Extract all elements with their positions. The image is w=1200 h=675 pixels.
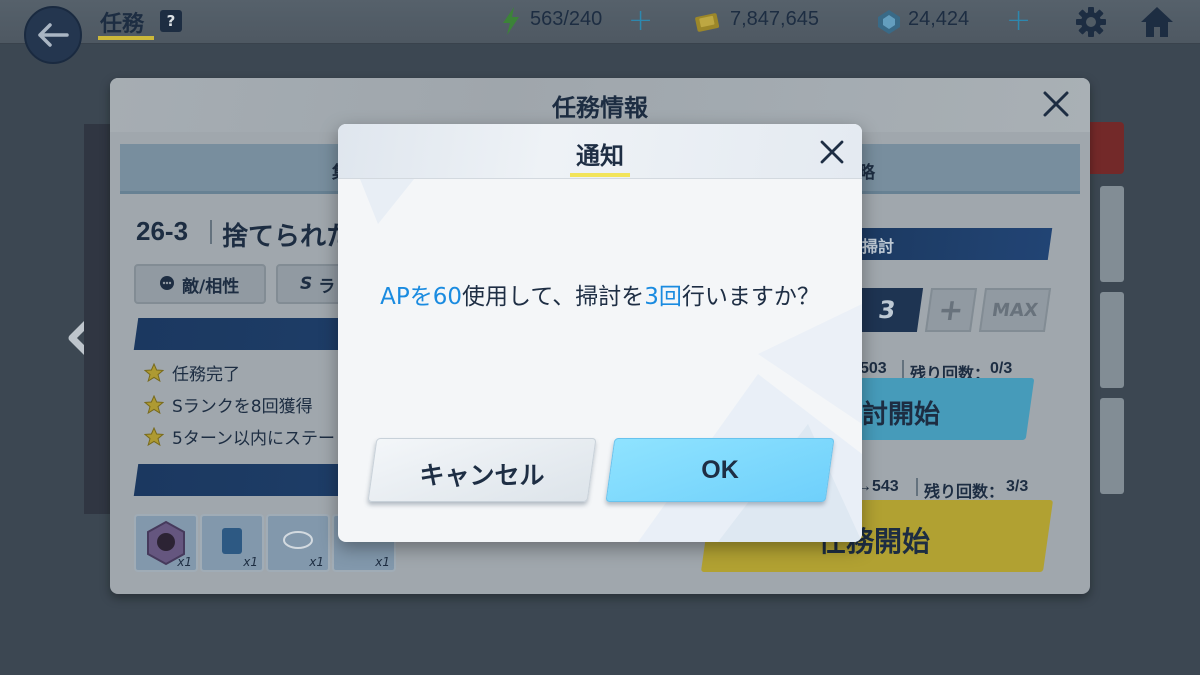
star-icon <box>144 362 164 382</box>
rank-s-label: S <box>300 274 313 294</box>
notification-dialog: 通知 APを60使用して、掃討を3回行いますか？ キャンセル OK <box>338 124 862 542</box>
sweep-ap-after: 503 <box>860 360 887 377</box>
objective-text: Sランクを8回獲得 <box>172 397 313 417</box>
reward-quantity: x1 <box>243 555 258 569</box>
speech-bubble-icon <box>160 276 174 290</box>
close-icon[interactable] <box>818 138 846 166</box>
objective-text: 5ターン以内にステー <box>172 429 335 449</box>
enemy-affinity-button[interactable]: 敵/相性 <box>134 264 266 304</box>
ap-plus-button[interactable]: + <box>628 6 653 36</box>
stage-code: 26-3 <box>136 216 189 246</box>
gems-plus-button[interactable]: + <box>1006 6 1031 36</box>
dialog-header: 通知 <box>338 124 862 179</box>
gems-counter: 24,424 <box>908 8 969 31</box>
start-remaining-value: 3/3 <box>1006 478 1029 495</box>
back-button[interactable] <box>24 6 82 64</box>
credits-counter: 7,847,645 <box>730 8 819 31</box>
help-button[interactable]: ? <box>160 10 182 32</box>
dialog-message: APを60使用して、掃討を3回行いますか？ <box>378 282 822 312</box>
mission-close-icon[interactable] <box>1038 86 1074 122</box>
reward-quantity: x1 <box>375 555 390 569</box>
star-icon <box>144 394 164 414</box>
start-info-separator <box>916 478 918 496</box>
sweep-plus-button[interactable]: + <box>924 288 978 332</box>
dialog-title-underline <box>570 173 630 177</box>
message-text-mid: 使用して、掃討を <box>462 284 645 310</box>
mission-panel-title: 任務情報 <box>552 94 648 122</box>
sweep-remaining-value: 0/3 <box>990 360 1013 377</box>
dialog-title: 通知 <box>576 142 624 170</box>
reward-item[interactable]: x1 <box>266 514 330 572</box>
gems-value: 24,424 <box>908 8 970 30</box>
reward-quantity: x1 <box>177 555 192 569</box>
background-card <box>1100 292 1124 388</box>
credits-icon <box>695 13 720 32</box>
arrow-left-icon <box>38 23 69 47</box>
background-card <box>1100 186 1124 282</box>
stage-separator <box>210 220 212 244</box>
background-card <box>1100 398 1124 494</box>
message-text-end: 行いますか？ <box>681 284 820 310</box>
stage-name: 捨てられた <box>222 222 353 252</box>
rank-label: ラ <box>318 276 336 297</box>
objective-text: 任務完了 <box>172 365 240 385</box>
objective-item: Sランクを8回獲得 <box>144 392 313 417</box>
message-sweep-count: 3回 <box>644 284 682 310</box>
ap-value: 563/240 <box>530 8 603 30</box>
enemy-affinity-label: 敵/相性 <box>182 276 240 297</box>
sweep-header-label: 掃討 <box>862 237 895 256</box>
top-bar: 任務 ? 563/240 + 7,847,645 24,424 + <box>0 0 1200 44</box>
start-remaining-label: 残り回数： <box>924 484 1005 501</box>
page-title: 任務 <box>100 12 145 37</box>
cancel-button-label: キャンセル <box>419 461 545 490</box>
credits-value: 7,847,645 <box>730 8 819 30</box>
sweep-max-button[interactable]: MAX <box>978 288 1052 332</box>
gem-icon <box>878 10 900 34</box>
start-ap-after: →543 <box>856 478 899 495</box>
ap-lightning-icon <box>503 7 519 35</box>
reward-item[interactable]: x1 <box>200 514 264 572</box>
star-icon <box>144 426 164 446</box>
objective-item: 5ターン以内にステー <box>144 424 335 449</box>
ap-counter: 563/240 <box>530 8 602 31</box>
sweep-info-separator <box>902 360 904 378</box>
ok-button-label: OK <box>701 456 739 484</box>
message-ap-cost: APを60 <box>380 284 463 310</box>
home-icon[interactable] <box>1138 4 1176 40</box>
background-red-tab <box>1090 122 1124 174</box>
objective-item: 任務完了 <box>144 360 240 385</box>
page-title-underline <box>98 36 154 40</box>
reward-item[interactable]: x1 <box>134 514 198 572</box>
reward-quantity: x1 <box>309 555 324 569</box>
gear-icon[interactable] <box>1074 5 1108 39</box>
sweep-start-label: 討開始 <box>862 400 941 430</box>
